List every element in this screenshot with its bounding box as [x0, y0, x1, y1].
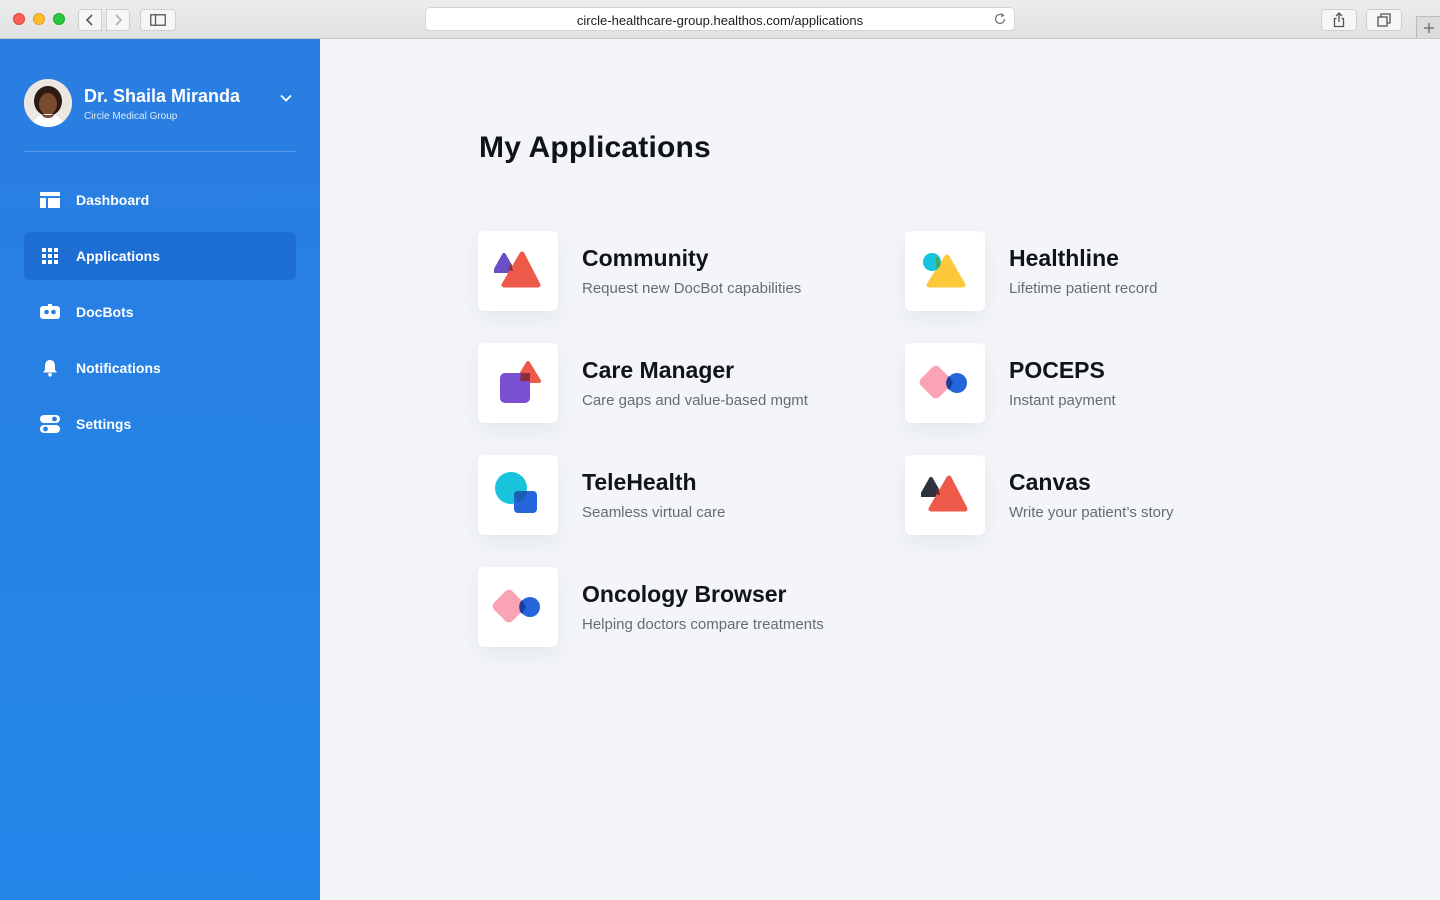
app-description: Lifetime patient record [1009, 280, 1158, 297]
oncology-browser-logo-icon [492, 589, 540, 623]
sidebar-item-notifications[interactable]: Notifications [24, 344, 296, 392]
chevron-right-icon [115, 14, 123, 26]
sidebar-item-label: Dashboard [76, 192, 150, 208]
sidebar-menu: Dashboard Applications DocBots Notificat… [24, 176, 296, 456]
sidebar-item-dashboard[interactable]: Dashboard [24, 176, 296, 224]
sidebar-item-label: DocBots [76, 304, 134, 320]
close-window-button[interactable] [13, 13, 25, 25]
app-description: Seamless virtual care [582, 504, 726, 521]
bell-icon [40, 358, 60, 378]
page-title: My Applications [479, 131, 711, 164]
app-tile[interactable] [478, 455, 558, 535]
grid-icon [40, 246, 60, 266]
sidebar-item-docbots[interactable]: DocBots [24, 288, 296, 336]
app-description: Request new DocBot capabilities [582, 280, 802, 297]
app-tile[interactable] [905, 455, 985, 535]
profile-name: Dr. Shaila Miranda [84, 86, 241, 106]
app-card-healthline[interactable]: Healthline Lifetime patient record [905, 231, 1305, 313]
robot-icon [40, 302, 60, 322]
chevron-down-icon[interactable] [279, 91, 293, 105]
profile-switcher[interactable]: Dr. Shaila Miranda Circle Medical Group [24, 79, 296, 127]
canvas-logo-icon [921, 475, 968, 512]
app-tile[interactable] [905, 231, 985, 311]
app-tile[interactable] [478, 231, 558, 311]
healthline-logo-icon [923, 253, 966, 288]
sidebar: Dr. Shaila Miranda Circle Medical Group … [0, 39, 320, 900]
app-card-telehealth[interactable]: TeleHealth Seamless virtual care [478, 455, 878, 537]
reload-icon[interactable] [993, 12, 1007, 26]
share-button[interactable] [1321, 9, 1357, 31]
zoom-window-button[interactable] [53, 13, 65, 25]
address-bar[interactable]: circle-healthcare-group.healthos.com/app… [425, 7, 1015, 31]
sidebar-icon [150, 14, 166, 26]
app-name: Care Manager [582, 357, 735, 383]
app-card-oncology-browser[interactable]: Oncology Browser Helping doctors compare… [478, 567, 878, 649]
app-name: POCEPS [1009, 357, 1105, 383]
app-tile[interactable] [478, 567, 558, 647]
dashboard-icon [40, 190, 60, 210]
app-tile[interactable] [905, 343, 985, 423]
app-card-care-manager[interactable]: Care Manager Care gaps and value-based m… [478, 343, 878, 425]
show-tabs-button[interactable] [1366, 9, 1402, 31]
app-description: Helping doctors compare treatments [582, 616, 824, 633]
browser-toolbar: circle-healthcare-group.healthos.com/app… [0, 0, 1440, 39]
share-icon [1333, 12, 1345, 28]
sidebar-item-label: Settings [76, 416, 132, 432]
avatar [24, 79, 72, 127]
care-manager-logo-icon [500, 361, 541, 403]
sidebar-item-label: Notifications [76, 360, 161, 376]
url-text: circle-healthcare-group.healthos.com/app… [576, 13, 864, 28]
new-tab-button[interactable] [1416, 16, 1440, 38]
forward-button[interactable] [106, 9, 130, 31]
back-button[interactable] [78, 9, 102, 31]
app-description: Write your patient’s story [1009, 504, 1174, 521]
sidebar-item-applications[interactable]: Applications [24, 232, 296, 280]
chevron-left-icon [85, 14, 93, 26]
telehealth-logo-icon [495, 472, 537, 513]
tabs-icon [1377, 13, 1391, 27]
app-name: Oncology Browser [582, 581, 787, 607]
app-name: Healthline [1009, 245, 1119, 271]
app-description: Instant payment [1009, 392, 1116, 409]
poceps-logo-icon [919, 365, 967, 399]
sidebar-toggle-button[interactable] [140, 9, 176, 31]
app-name: Community [582, 245, 709, 271]
sidebar-item-settings[interactable]: Settings [24, 400, 296, 448]
minimize-window-button[interactable] [33, 13, 45, 25]
app-description: Care gaps and value-based mgmt [582, 392, 808, 409]
app-name: TeleHealth [582, 469, 697, 495]
app-card-poceps[interactable]: POCEPS Instant payment [905, 343, 1305, 425]
app-name: Canvas [1009, 469, 1091, 495]
profile-organization: Circle Medical Group [84, 111, 178, 122]
app-card-canvas[interactable]: Canvas Write your patient’s story [905, 455, 1305, 537]
app-tile[interactable] [478, 343, 558, 423]
sidebar-divider [24, 151, 296, 152]
community-logo-icon [494, 251, 541, 288]
plus-icon [1423, 22, 1434, 33]
sidebar-item-label: Applications [76, 248, 161, 264]
main-content: My Applications Community Request new Do… [320, 39, 1440, 900]
app-card-community[interactable]: Community Request new DocBot capabilitie… [478, 231, 878, 313]
toggle-settings-icon [40, 414, 60, 434]
